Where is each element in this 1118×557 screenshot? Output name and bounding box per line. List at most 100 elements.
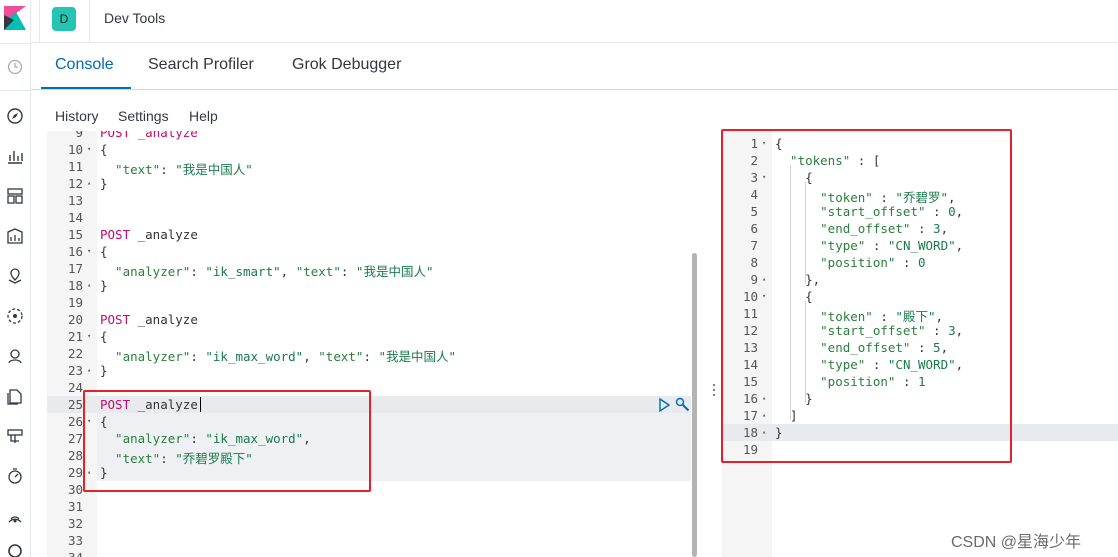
code-token: 5 xyxy=(933,340,941,355)
fold-toggle-icon[interactable]: ▾ xyxy=(87,145,91,153)
code-token: : xyxy=(340,264,356,279)
code-token: "text" xyxy=(100,162,161,177)
canvas-icon[interactable] xyxy=(5,226,25,246)
code-token: : xyxy=(190,431,206,446)
drag-handle-icon[interactable] xyxy=(713,384,715,396)
fold-toggle-icon[interactable]: ▾ xyxy=(762,173,766,181)
editor-resizer[interactable] xyxy=(698,131,722,557)
history-link[interactable]: History xyxy=(55,108,99,124)
code-line: { xyxy=(100,414,108,429)
code-line: "tokens" : [ xyxy=(775,153,880,168)
recent-clock-icon[interactable] xyxy=(5,57,25,77)
code-token: } xyxy=(100,465,108,480)
visualize-chart-icon[interactable] xyxy=(5,146,25,166)
fold-toggle-icon[interactable]: ▴ xyxy=(87,281,91,289)
code-line: } xyxy=(775,425,783,440)
code-token: , xyxy=(940,221,949,236)
fold-toggle-icon[interactable]: ▴ xyxy=(762,411,766,419)
code-token: 1 xyxy=(918,374,926,389)
code-token: "ik_max_word" xyxy=(205,349,304,364)
request-editor[interactable]: 9 POST _analyze 10 ▾ {11 "text": "我是中国人" 12 ▴}… xyxy=(47,131,698,557)
line-number: 11 xyxy=(67,159,83,174)
line-number: 19 xyxy=(742,442,758,457)
fold-toggle-icon[interactable]: ▾ xyxy=(87,332,91,340)
fold-toggle-icon[interactable]: ▴ xyxy=(762,275,766,283)
code-line: "text": "乔碧罗殿下" xyxy=(100,448,253,467)
fold-toggle-icon[interactable]: ▴ xyxy=(87,366,91,374)
code-line: }, xyxy=(775,272,820,287)
code-token: : xyxy=(910,221,934,236)
maps-icon[interactable] xyxy=(5,266,25,286)
line-number: 27 xyxy=(67,431,83,446)
fold-toggle-icon[interactable]: ▾ xyxy=(762,139,766,147)
run-request-icon[interactable] xyxy=(659,397,671,413)
text-cursor xyxy=(200,397,201,412)
fold-toggle-icon[interactable]: ▴ xyxy=(762,394,766,402)
line-number: 14 xyxy=(67,210,83,225)
ml-icon[interactable] xyxy=(5,306,25,326)
fold-toggle-icon[interactable]: ▴ xyxy=(87,468,91,476)
wrench-icon[interactable] xyxy=(675,397,690,412)
help-link[interactable]: Help xyxy=(189,108,218,124)
code-token: : xyxy=(925,323,949,338)
code-token: 0 xyxy=(948,204,956,219)
code-token: : xyxy=(160,451,176,466)
code-token: 3 xyxy=(933,221,941,236)
line-number: 12 xyxy=(67,176,83,191)
logs-icon[interactable] xyxy=(5,386,25,406)
code-line: "start_offset" : 0, xyxy=(775,204,963,219)
code-token: } xyxy=(100,176,108,191)
line-number: 23 xyxy=(67,363,83,378)
line-number: 9 xyxy=(75,131,83,140)
kibana-logo-icon[interactable] xyxy=(4,6,26,30)
line-number: 18 xyxy=(742,425,758,440)
settings-link[interactable]: Settings xyxy=(118,108,169,124)
monitoring-icon[interactable] xyxy=(5,506,25,526)
space-avatar[interactable]: D xyxy=(52,7,76,31)
line-number: 15 xyxy=(742,374,758,389)
line-number: 10 xyxy=(67,142,83,157)
line-number: 29 xyxy=(67,465,83,480)
dev-tools-icon[interactable] xyxy=(5,541,25,557)
code-line: "analyzer": "ik_max_word", "text": "我是中国… xyxy=(100,346,456,365)
tab-grok-debugger[interactable]: Grok Debugger xyxy=(292,56,401,74)
code-token: { xyxy=(100,414,108,429)
infrastructure-icon[interactable] xyxy=(5,426,25,446)
response-editor[interactable]: 1 ▾{2 "tokens" : [3 ▾ {4 "token" : "乔碧罗", 5… xyxy=(722,131,1118,557)
code-token: : xyxy=(865,238,888,253)
line-number: 18 xyxy=(67,278,83,293)
line-number: 8 xyxy=(750,255,758,270)
line-number: 5 xyxy=(750,204,758,219)
code-token: "我是中国人" xyxy=(378,349,457,364)
fold-toggle-icon[interactable]: ▾ xyxy=(87,247,91,255)
line-number: 4 xyxy=(750,187,758,202)
tab-console[interactable]: Console xyxy=(55,56,114,74)
line-number: 33 xyxy=(67,533,83,548)
uptime-icon[interactable] xyxy=(5,466,25,486)
code-token: "start_offset" xyxy=(775,323,926,338)
fold-toggle-icon[interactable]: ▾ xyxy=(87,417,91,425)
line-number: 2 xyxy=(750,153,758,168)
watermark: CSDN @星海少年 xyxy=(951,534,1082,551)
line-number: 28 xyxy=(67,448,83,463)
code-token: "position" xyxy=(775,374,896,389)
code-line: } xyxy=(100,465,108,480)
code-token: "CN_WORD" xyxy=(887,357,956,372)
code-token: "text" xyxy=(100,451,161,466)
code-token: POST xyxy=(100,227,131,242)
code-token: , xyxy=(955,238,964,253)
fold-toggle-icon[interactable]: ▴ xyxy=(87,179,91,187)
line-number: 13 xyxy=(67,193,83,208)
code-token: , xyxy=(280,264,296,279)
dashboard-icon[interactable] xyxy=(5,186,25,206)
code-token: POST xyxy=(100,312,131,327)
code-token: { xyxy=(775,136,783,151)
fold-toggle-icon[interactable]: ▾ xyxy=(762,292,766,300)
fold-toggle-icon[interactable]: ▴ xyxy=(762,428,766,436)
graph-icon[interactable] xyxy=(5,346,25,366)
code-token: "token" xyxy=(775,309,873,324)
code-token: } xyxy=(100,278,108,293)
discover-compass-icon[interactable] xyxy=(5,106,25,126)
tab-search-profiler[interactable]: Search Profiler xyxy=(148,56,254,74)
line-number: 13 xyxy=(742,340,758,355)
